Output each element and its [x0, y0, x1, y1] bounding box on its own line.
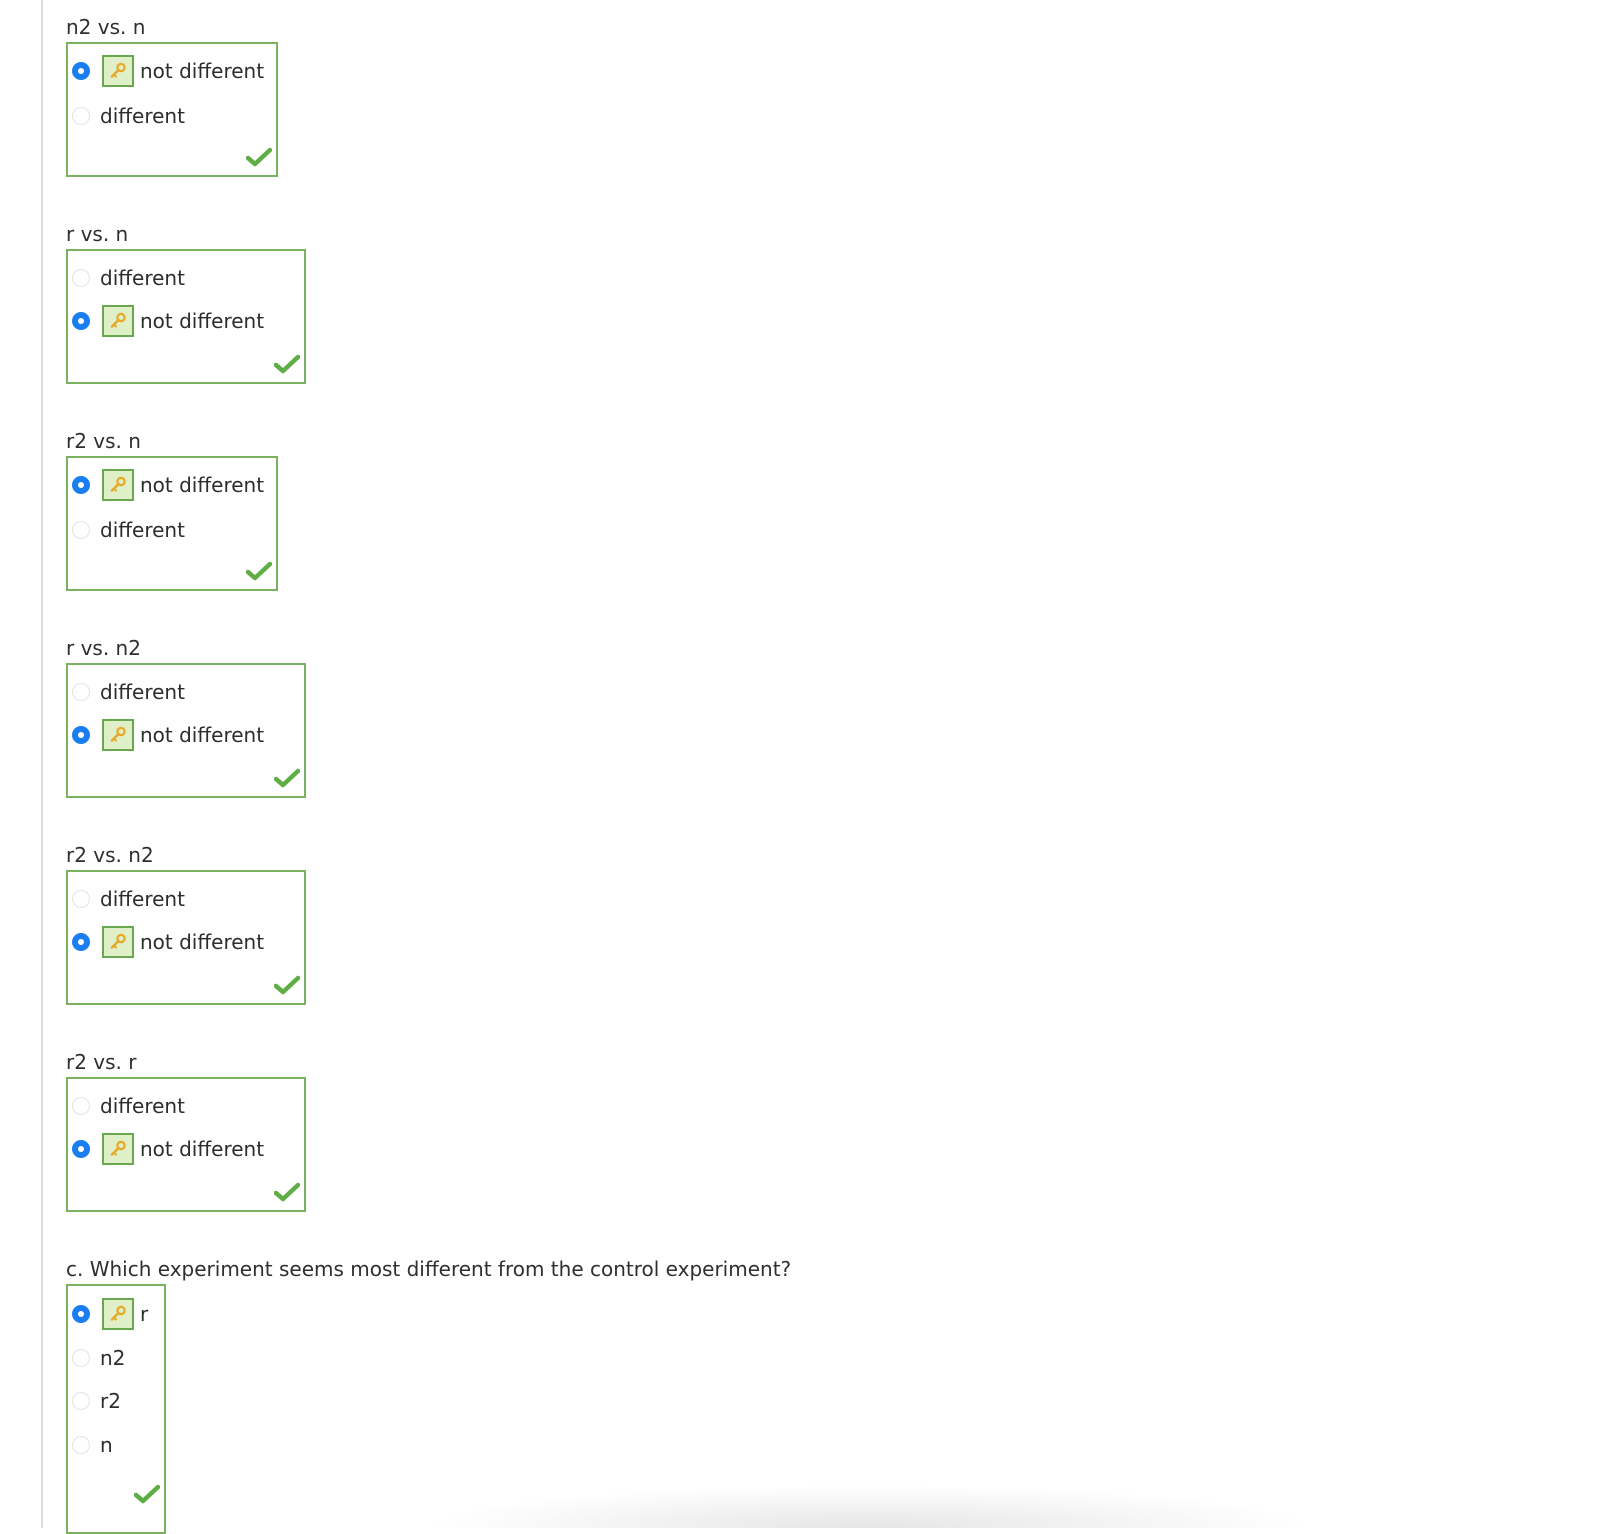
key-icon — [102, 926, 134, 958]
option-label: not different — [140, 59, 265, 83]
answer-option[interactable]: different — [68, 675, 304, 709]
radio-button-selected[interactable] — [72, 312, 90, 330]
answer-options-box: not different different — [66, 456, 278, 591]
answer-option[interactable]: n2 — [68, 1341, 164, 1375]
option-label: different — [100, 104, 185, 128]
bottom-shadow — [420, 1485, 1320, 1528]
radio-button[interactable] — [72, 890, 90, 908]
option-label: r — [140, 1302, 149, 1326]
radio-button-selected[interactable] — [72, 1305, 90, 1323]
checkmark-icon — [273, 354, 301, 374]
question-5: r2 vs. n2 different not different — [66, 842, 306, 1005]
radio-button-selected[interactable] — [72, 1140, 90, 1158]
option-label: not different — [140, 723, 265, 747]
answer-option[interactable]: different — [68, 99, 276, 133]
option-label: not different — [140, 1137, 265, 1161]
question-3: r2 vs. n not different different — [66, 428, 278, 591]
radio-button[interactable] — [72, 521, 90, 539]
radio-button[interactable] — [72, 1097, 90, 1115]
option-label: not different — [140, 930, 265, 954]
key-icon — [102, 1133, 134, 1165]
radio-button[interactable] — [72, 107, 90, 125]
radio-button-selected[interactable] — [72, 476, 90, 494]
option-label: n — [100, 1433, 113, 1457]
key-icon — [102, 719, 134, 751]
answer-options-box: not different different — [66, 42, 278, 177]
checkmark-icon — [245, 147, 273, 167]
key-icon — [102, 305, 134, 337]
checkmark-icon — [273, 768, 301, 788]
option-label: r2 — [100, 1389, 121, 1413]
answer-option[interactable]: not different — [68, 304, 304, 338]
question-4: r vs. n2 different not different — [66, 635, 306, 798]
checkmark-icon — [133, 1484, 161, 1504]
option-label: different — [100, 266, 185, 290]
answer-option[interactable]: different — [68, 513, 276, 547]
answer-option[interactable]: not different — [68, 1132, 304, 1166]
radio-button[interactable] — [72, 1392, 90, 1410]
key-icon — [102, 55, 134, 87]
answer-option[interactable]: not different — [68, 54, 276, 88]
question-label: r vs. n — [66, 222, 129, 246]
question-label: n2 vs. n — [66, 15, 146, 39]
answer-options-box: different not different — [66, 663, 306, 798]
checkmark-icon — [245, 561, 273, 581]
question-label: r2 vs. n — [66, 429, 141, 453]
checkmark-icon — [273, 975, 301, 995]
left-divider — [41, 0, 43, 1528]
answer-option[interactable]: n — [68, 1428, 164, 1462]
radio-button[interactable] — [72, 1436, 90, 1454]
radio-button[interactable] — [72, 683, 90, 701]
checkmark-icon — [273, 1182, 301, 1202]
option-label: different — [100, 680, 185, 704]
answer-option[interactable]: not different — [68, 468, 276, 502]
option-label: not different — [140, 309, 265, 333]
answer-options-box: r n2 r2 n — [66, 1284, 166, 1534]
question-1: n2 vs. n not different different — [66, 14, 278, 177]
answer-options-box: different not different — [66, 249, 306, 384]
key-icon — [102, 1298, 134, 1330]
option-label: different — [100, 518, 185, 542]
radio-button-selected[interactable] — [72, 62, 90, 80]
answer-option[interactable]: r — [68, 1297, 164, 1331]
answer-option[interactable]: different — [68, 1089, 304, 1123]
question-label: r2 vs. n2 — [66, 843, 154, 867]
option-label: different — [100, 887, 185, 911]
question-label: c. Which experiment seems most different… — [66, 1257, 792, 1281]
radio-button-selected[interactable] — [72, 726, 90, 744]
answer-option[interactable]: different — [68, 261, 304, 295]
answer-options-box: different not different — [66, 870, 306, 1005]
answer-option[interactable]: not different — [68, 925, 304, 959]
answer-option[interactable]: different — [68, 882, 304, 916]
question-label: r vs. n2 — [66, 636, 141, 660]
answer-options-box: different not different — [66, 1077, 306, 1212]
question-label: r2 vs. r — [66, 1050, 137, 1074]
question-6: r2 vs. r different not different — [66, 1049, 306, 1212]
question-2: r vs. n different not different — [66, 221, 306, 384]
option-label: different — [100, 1094, 185, 1118]
answer-option[interactable]: not different — [68, 718, 304, 752]
radio-button[interactable] — [72, 269, 90, 287]
option-label: not different — [140, 473, 265, 497]
radio-button[interactable] — [72, 1349, 90, 1367]
key-icon — [102, 469, 134, 501]
option-label: n2 — [100, 1346, 126, 1370]
answer-option[interactable]: r2 — [68, 1384, 164, 1418]
radio-button-selected[interactable] — [72, 933, 90, 951]
